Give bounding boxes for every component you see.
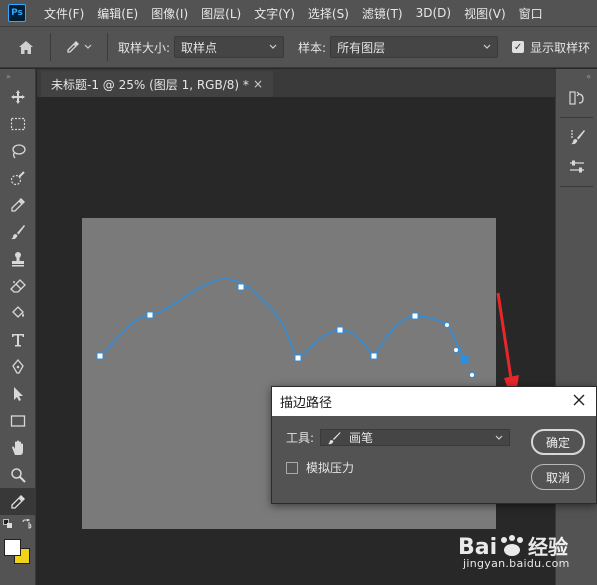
paw-icon: [501, 535, 523, 556]
work-path: [99, 278, 467, 363]
watermark-url: jingyan.baidu.com: [463, 557, 570, 570]
tool-select[interactable]: 画笔: [320, 429, 511, 446]
history-panel-button[interactable]: [556, 83, 597, 113]
close-icon[interactable]: [572, 393, 586, 407]
ok-button[interactable]: 确定: [531, 429, 585, 455]
right-panel-dock: «: [555, 69, 597, 585]
direction-handle[interactable]: [453, 347, 459, 353]
baidu-jingyan-logo: Bai 经验: [458, 535, 568, 560]
anchor-point[interactable]: [237, 283, 245, 291]
history-icon: [569, 91, 584, 105]
red-arrow: [496, 292, 514, 386]
svg-text:经验: 经验: [528, 535, 568, 559]
tool-select-value: 画笔: [349, 431, 374, 445]
anchor-point-selected[interactable]: [460, 355, 469, 364]
direction-handle[interactable]: [444, 322, 450, 328]
brush-icon: [328, 431, 341, 444]
separator: [560, 186, 593, 187]
panel-grip[interactable]: «: [556, 69, 597, 83]
tool-row: 工具: 画笔: [286, 429, 511, 446]
anchor-point[interactable]: [336, 326, 344, 334]
chevron-down-icon: [495, 435, 503, 440]
anchor-point[interactable]: [370, 352, 378, 360]
dialog-title: 描边路径: [280, 396, 333, 411]
anchor-point[interactable]: [411, 312, 419, 320]
dialog-title-bar: 描边路径: [272, 387, 596, 416]
tool-label: 工具:: [286, 431, 315, 445]
anchor-point[interactable]: [96, 352, 104, 360]
direction-handle[interactable]: [469, 372, 475, 378]
anchor-point[interactable]: [146, 311, 154, 319]
cancel-button[interactable]: 取消: [531, 464, 585, 490]
simulate-pressure-row: 模拟压力: [286, 459, 354, 476]
simulate-pressure-checkbox[interactable]: [286, 461, 298, 474]
brush-settings-icon: [571, 130, 585, 145]
anchor-point[interactable]: [294, 354, 302, 362]
simulate-pressure-label: 模拟压力: [306, 461, 355, 475]
stroke-path-dialog: 描边路径 工具: 画笔 模拟压力 确定 取消: [271, 386, 597, 504]
adjustments-panel-button[interactable]: [556, 152, 597, 182]
separator: [560, 117, 593, 118]
sliders-icon: [570, 160, 584, 173]
brush-settings-panel-button[interactable]: [556, 122, 597, 152]
